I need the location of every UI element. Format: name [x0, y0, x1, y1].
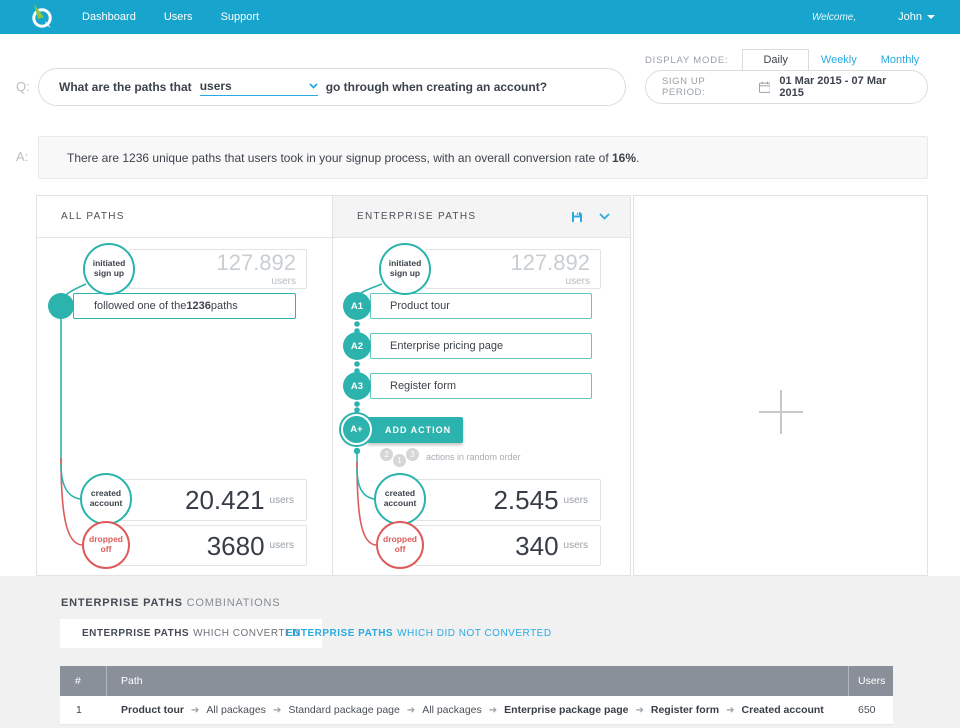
ent-dropped-users-unit: users	[563, 540, 588, 551]
caret-down-icon	[927, 15, 935, 19]
random-order-label: actions in random order	[426, 452, 521, 462]
paths-table: # Path Users 1 Product tour ➔ All package…	[60, 666, 893, 725]
subject-dropdown[interactable]: users	[199, 78, 318, 96]
row-users: 650	[858, 704, 876, 716]
header-path: Path	[107, 666, 849, 696]
navbar-right: Welcome, John	[812, 11, 935, 23]
display-mode-row: DISPLAY MODE: Daily Weekly Monthly	[645, 48, 931, 70]
user-menu[interactable]: John	[898, 11, 935, 23]
signup-period-picker[interactable]: SIGN UP PERIOD: 01 Mar 2015 - 07 Mar 201…	[645, 70, 928, 104]
arrow-icon: ➔	[488, 704, 498, 716]
question-prefix: Q:	[16, 79, 30, 94]
tab-not-converted[interactable]: ENTERPRISE PATHS WHICH DID NOT CONVERTED	[272, 619, 566, 648]
user-name: John	[898, 11, 922, 23]
action-badge-a3: A3	[343, 372, 371, 400]
ent-created-account-node: created account	[374, 473, 426, 525]
header-users: Users	[858, 675, 886, 687]
calendar-icon	[758, 81, 771, 93]
row-path: Product tour ➔ All packages ➔ Standard pac…	[121, 704, 824, 716]
all-paths-title: ALL PATHS	[61, 211, 125, 222]
action-box-3[interactable]: Register form	[370, 373, 592, 399]
navbar: Dashboard Users Support Welcome, John	[0, 0, 960, 34]
action-badge-a2: A2	[343, 332, 371, 360]
enterprise-header-icons	[571, 211, 610, 223]
all-paths-header: ALL PATHS	[37, 196, 332, 238]
nav-item-dashboard[interactable]: Dashboard	[82, 11, 136, 23]
chevron-down-icon	[309, 82, 318, 89]
initiated-users-box: 127.892 users	[129, 249, 307, 289]
answer-box: There are 1236 unique paths that users t…	[38, 136, 928, 179]
dropped-users-box: 3680 users	[119, 525, 307, 566]
arrow-icon: ➔	[272, 704, 282, 716]
ent-created-users-box: 2.545 users	[415, 479, 601, 521]
signup-period-value: 01 Mar 2015 - 07 Mar 2015	[779, 75, 887, 99]
table-row[interactable]: 1 Product tour ➔ All packages ➔ Standard p…	[60, 696, 893, 725]
dropped-off-node: dropped off	[82, 521, 130, 569]
add-path-panel[interactable]	[633, 195, 928, 576]
app: Dashboard Users Support Welcome, John Q:…	[0, 0, 960, 728]
collapse-chevron-icon[interactable]	[599, 213, 610, 220]
created-users-unit: users	[269, 494, 294, 506]
enterprise-paths-header: ENTERPRISE PATHS	[333, 196, 630, 238]
action-badge-a1: A1	[343, 292, 371, 320]
question-text-after: go through when creating an account?	[325, 80, 548, 94]
add-action-badge[interactable]: A+	[341, 414, 372, 445]
ent-initiated-users-value: 127.892	[510, 249, 590, 275]
signup-period-label: SIGN UP PERIOD:	[662, 76, 706, 98]
created-users-value: 20.421	[185, 485, 265, 515]
random-order-badge-3: 3	[406, 448, 419, 461]
nav-item-support[interactable]: Support	[221, 11, 260, 23]
all-paths-panel: ALL PATHS 127.892 users initiated sign u…	[36, 195, 333, 576]
initiated-signup-node: initiated sign up	[83, 243, 135, 295]
enterprise-paths-panel: ENTERPRISE PATHS 127.892 users initiated…	[332, 195, 631, 576]
table-header: # Path Users	[60, 666, 893, 696]
plus-icon[interactable]	[759, 390, 803, 434]
display-mode-label: DISPLAY MODE:	[645, 55, 729, 66]
ent-initiated-users-box: 127.892 users	[425, 249, 601, 289]
mode-tab-daily[interactable]: Daily	[742, 49, 809, 70]
save-icon[interactable]	[571, 211, 583, 223]
followed-node	[48, 293, 74, 319]
initiated-users-value: 127.892	[216, 249, 296, 275]
combinations-title: ENTERPRISE PATHS COMBINATIONS	[61, 597, 281, 609]
header-num: #	[60, 666, 107, 696]
answer-text: There are 1236 unique paths that users t…	[67, 150, 640, 165]
add-action-button[interactable]: ADD ACTION	[367, 417, 464, 443]
combinations-section: ENTERPRISE PATHS COMBINATIONS ENTERPRISE…	[0, 576, 960, 728]
ent-created-users-value: 2.545	[493, 485, 559, 515]
random-order-badge-2: 1	[393, 454, 406, 467]
created-users-box: 20.421 users	[119, 479, 307, 521]
action-box-2[interactable]: Enterprise pricing page	[370, 333, 592, 359]
ent-created-users-unit: users	[563, 494, 588, 506]
dropped-users-unit: users	[269, 540, 294, 551]
arrow-icon: ➔	[191, 704, 200, 716]
ent-dropped-users-box: 340 users	[415, 525, 601, 566]
arrow-icon: ➔	[726, 704, 735, 716]
brand-logo-icon[interactable]	[30, 4, 54, 30]
dropped-users-value: 3680	[206, 530, 265, 561]
followed-paths-box: followed one of the 1236 paths	[73, 293, 296, 319]
created-account-node: created account	[80, 473, 132, 525]
action-box-1[interactable]: Product tour	[370, 293, 592, 319]
subject-dropdown-value: users	[199, 78, 232, 93]
enterprise-paths-title: ENTERPRISE PATHS	[357, 211, 477, 222]
arrow-icon: ➔	[406, 704, 416, 716]
ent-initiated-signup-node: initiated sign up	[379, 243, 431, 295]
ent-dropped-off-node: dropped off	[376, 521, 424, 569]
question-text-before: What are the paths that	[59, 80, 192, 94]
nav-item-users[interactable]: Users	[164, 11, 193, 23]
random-order-badge-1: 2	[380, 448, 393, 461]
arrow-icon: ➔	[635, 704, 644, 716]
answer-highlight: 16%	[611, 150, 637, 165]
ent-initiated-users-unit: users	[565, 275, 590, 287]
mode-tab-monthly[interactable]: Monthly	[869, 50, 932, 70]
initiated-users-unit: users	[271, 275, 296, 287]
answer-prefix: A:	[16, 149, 29, 164]
question-bar: What are the paths that users go through…	[38, 68, 626, 106]
mode-tab-weekly[interactable]: Weekly	[809, 50, 869, 70]
welcome-text: Welcome,	[811, 11, 857, 23]
ent-dropped-users-value: 340	[515, 530, 559, 561]
row-num: 1	[76, 704, 82, 716]
